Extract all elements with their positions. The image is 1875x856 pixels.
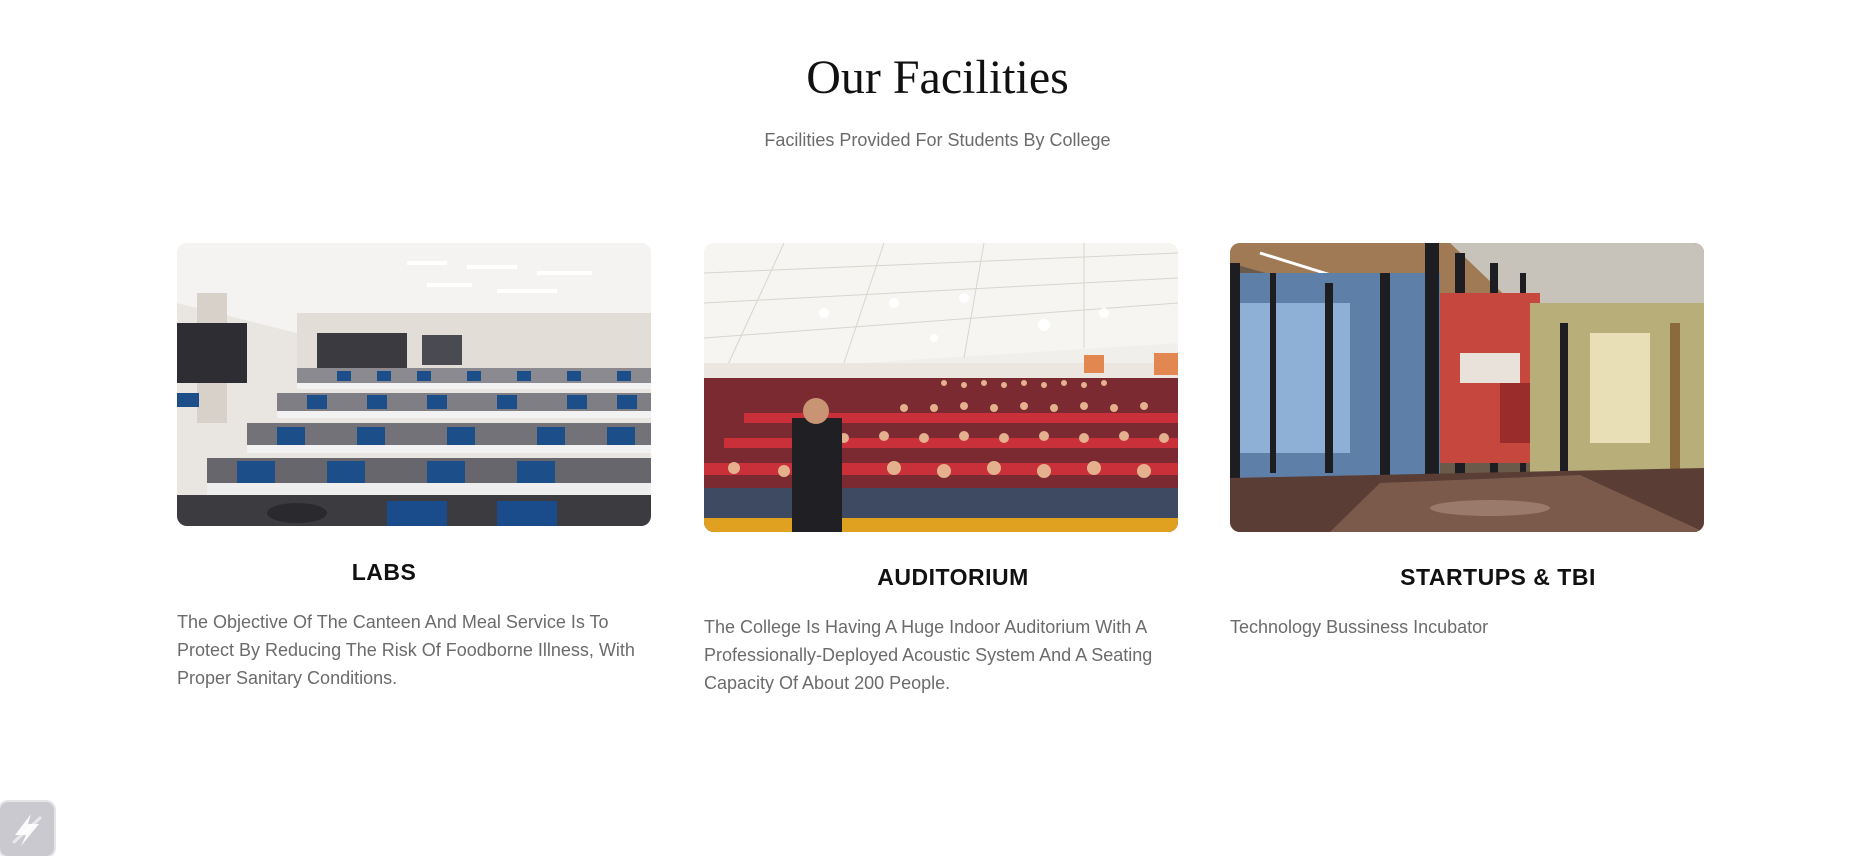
section-title: Our Facilities <box>806 51 1069 104</box>
facility-title: STARTUPS & TBI <box>1400 564 1596 590</box>
facility-title: LABS <box>351 559 417 585</box>
auditorium-image <box>704 243 1178 532</box>
section-subtitle: Facilities Provided For Students By Coll… <box>764 130 1111 150</box>
incubator-hallway-image <box>1230 243 1704 532</box>
facility-title: AUDITORIUM <box>877 564 1029 590</box>
floating-widget-button[interactable] <box>0 802 54 856</box>
lightning-bolt-icon <box>12 814 42 846</box>
computer-lab-image <box>177 243 651 526</box>
facility-card-startups-tbi: STARTUPS & TBI Technology Bussiness Incu… <box>1230 243 1704 641</box>
facility-card-labs: LABS The Objective Of The Canteen And Me… <box>177 243 651 692</box>
facility-card-auditorium: AUDITORIUM The College Is Having A Huge … <box>704 243 1178 697</box>
facility-description: Technology Bussiness Incubator <box>1230 617 1489 637</box>
facility-description: The Objective Of The Canteen And Meal Se… <box>177 612 635 688</box>
facility-description: The College Is Having A Huge Indoor Audi… <box>704 617 1153 693</box>
